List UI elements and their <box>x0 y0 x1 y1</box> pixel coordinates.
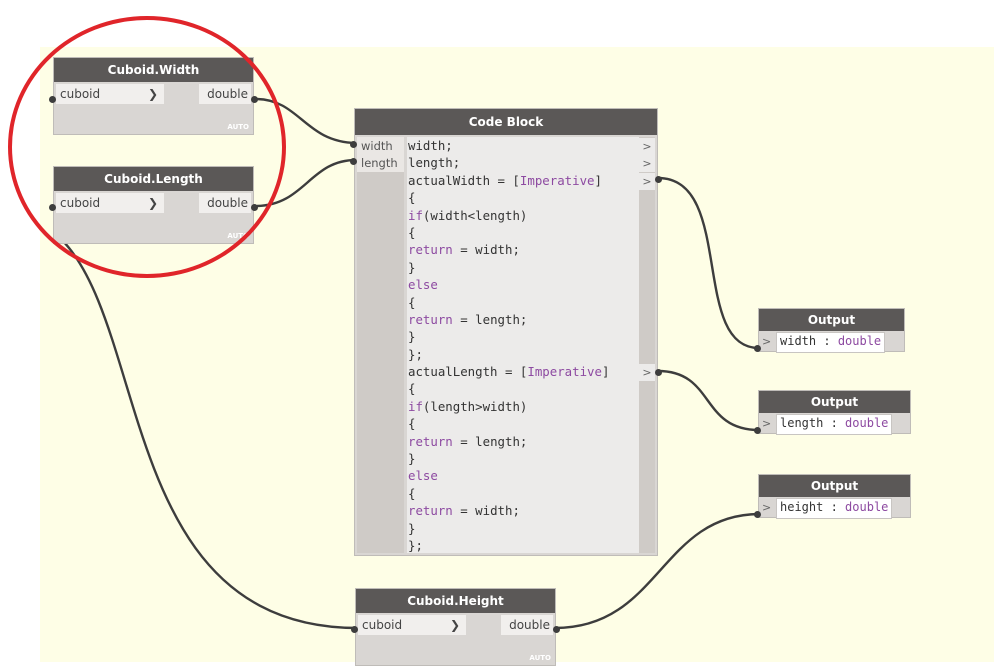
node-title: Output <box>759 309 904 331</box>
code-line: } <box>408 259 416 275</box>
output-value: length : double <box>776 414 893 435</box>
node-title: Cuboid.Height <box>356 589 555 613</box>
code-line: }; <box>408 346 423 362</box>
code-line: if(length>width) <box>408 398 528 414</box>
code-line: } <box>408 520 416 536</box>
output-value: width : double <box>776 332 886 353</box>
output-node-width[interactable]: Output > width : double <box>754 308 905 353</box>
node-title: Code Block <box>355 109 657 135</box>
code-line: { <box>408 294 416 310</box>
code-line: if(width<length) <box>408 207 528 223</box>
double-output-port[interactable]: double <box>501 615 553 635</box>
output-connector-actuallength[interactable] <box>655 369 662 376</box>
input-connector[interactable] <box>754 427 761 434</box>
port-label: cuboid <box>362 618 403 632</box>
code-line: { <box>408 190 416 206</box>
code-block-node[interactable]: Code Block width length width; length; act… <box>350 108 662 556</box>
output-port-chevron[interactable]: > <box>639 155 655 173</box>
code-line: { <box>408 485 416 501</box>
code-line: { <box>408 416 416 432</box>
code-line: return = width; <box>408 242 520 258</box>
output-port-chevron[interactable]: > <box>639 172 655 190</box>
cuboid-input-port[interactable]: cuboid ❯ <box>358 615 466 635</box>
output-connector[interactable] <box>553 626 560 633</box>
code-block-outputs: > > > > <box>639 137 655 553</box>
output-connector-actualwidth[interactable] <box>655 176 662 183</box>
code-line: actualLength = [Imperative] <box>408 364 610 380</box>
chevron-right-icon: > <box>762 501 772 514</box>
code-line: { <box>408 381 416 397</box>
code-line: return = width; <box>408 503 520 519</box>
code-line: width; <box>408 138 453 153</box>
cuboid-height-node[interactable]: Cuboid.Height cuboid ❯ double AUTO <box>351 588 560 666</box>
input-connector-length[interactable] <box>350 158 357 165</box>
code-editor[interactable]: width; length; actualWidth = [Imperative] {… <box>407 137 639 553</box>
chevron-right-icon: > <box>762 417 772 430</box>
chevron-right-icon: ❯ <box>449 618 460 632</box>
input-port-width[interactable]: width <box>357 137 404 155</box>
output-value: height : double <box>776 498 893 519</box>
output-port-chevron[interactable]: > <box>639 138 655 155</box>
chevron-right-icon: > <box>762 335 772 348</box>
code-line: else <box>408 468 438 484</box>
node-title: Output <box>759 475 910 497</box>
code-line: return = length; <box>408 311 528 327</box>
output-node-length[interactable]: Output > length : double <box>754 390 911 435</box>
code-line: actualWidth = [Imperative] <box>408 172 602 188</box>
code-line: else <box>408 277 438 293</box>
code-line: } <box>408 451 416 467</box>
code-line: return = length; <box>408 433 528 449</box>
input-connector[interactable] <box>754 511 761 518</box>
code-line: length; <box>408 155 461 171</box>
input-connector[interactable] <box>754 345 761 352</box>
output-node-height[interactable]: Output > height : double <box>754 474 911 519</box>
output-port-chevron[interactable]: > <box>639 364 655 382</box>
code-block-inputs: width length <box>357 137 404 553</box>
code-line: } <box>408 329 416 345</box>
code-line: { <box>408 224 416 240</box>
highlight-circle <box>8 16 286 278</box>
input-connector-width[interactable] <box>350 141 357 148</box>
input-connector[interactable] <box>351 626 358 633</box>
node-title: Output <box>759 391 910 413</box>
code-line: }; <box>408 537 423 553</box>
input-port-length[interactable]: length <box>357 154 404 172</box>
lacing-label: AUTO <box>529 654 551 662</box>
